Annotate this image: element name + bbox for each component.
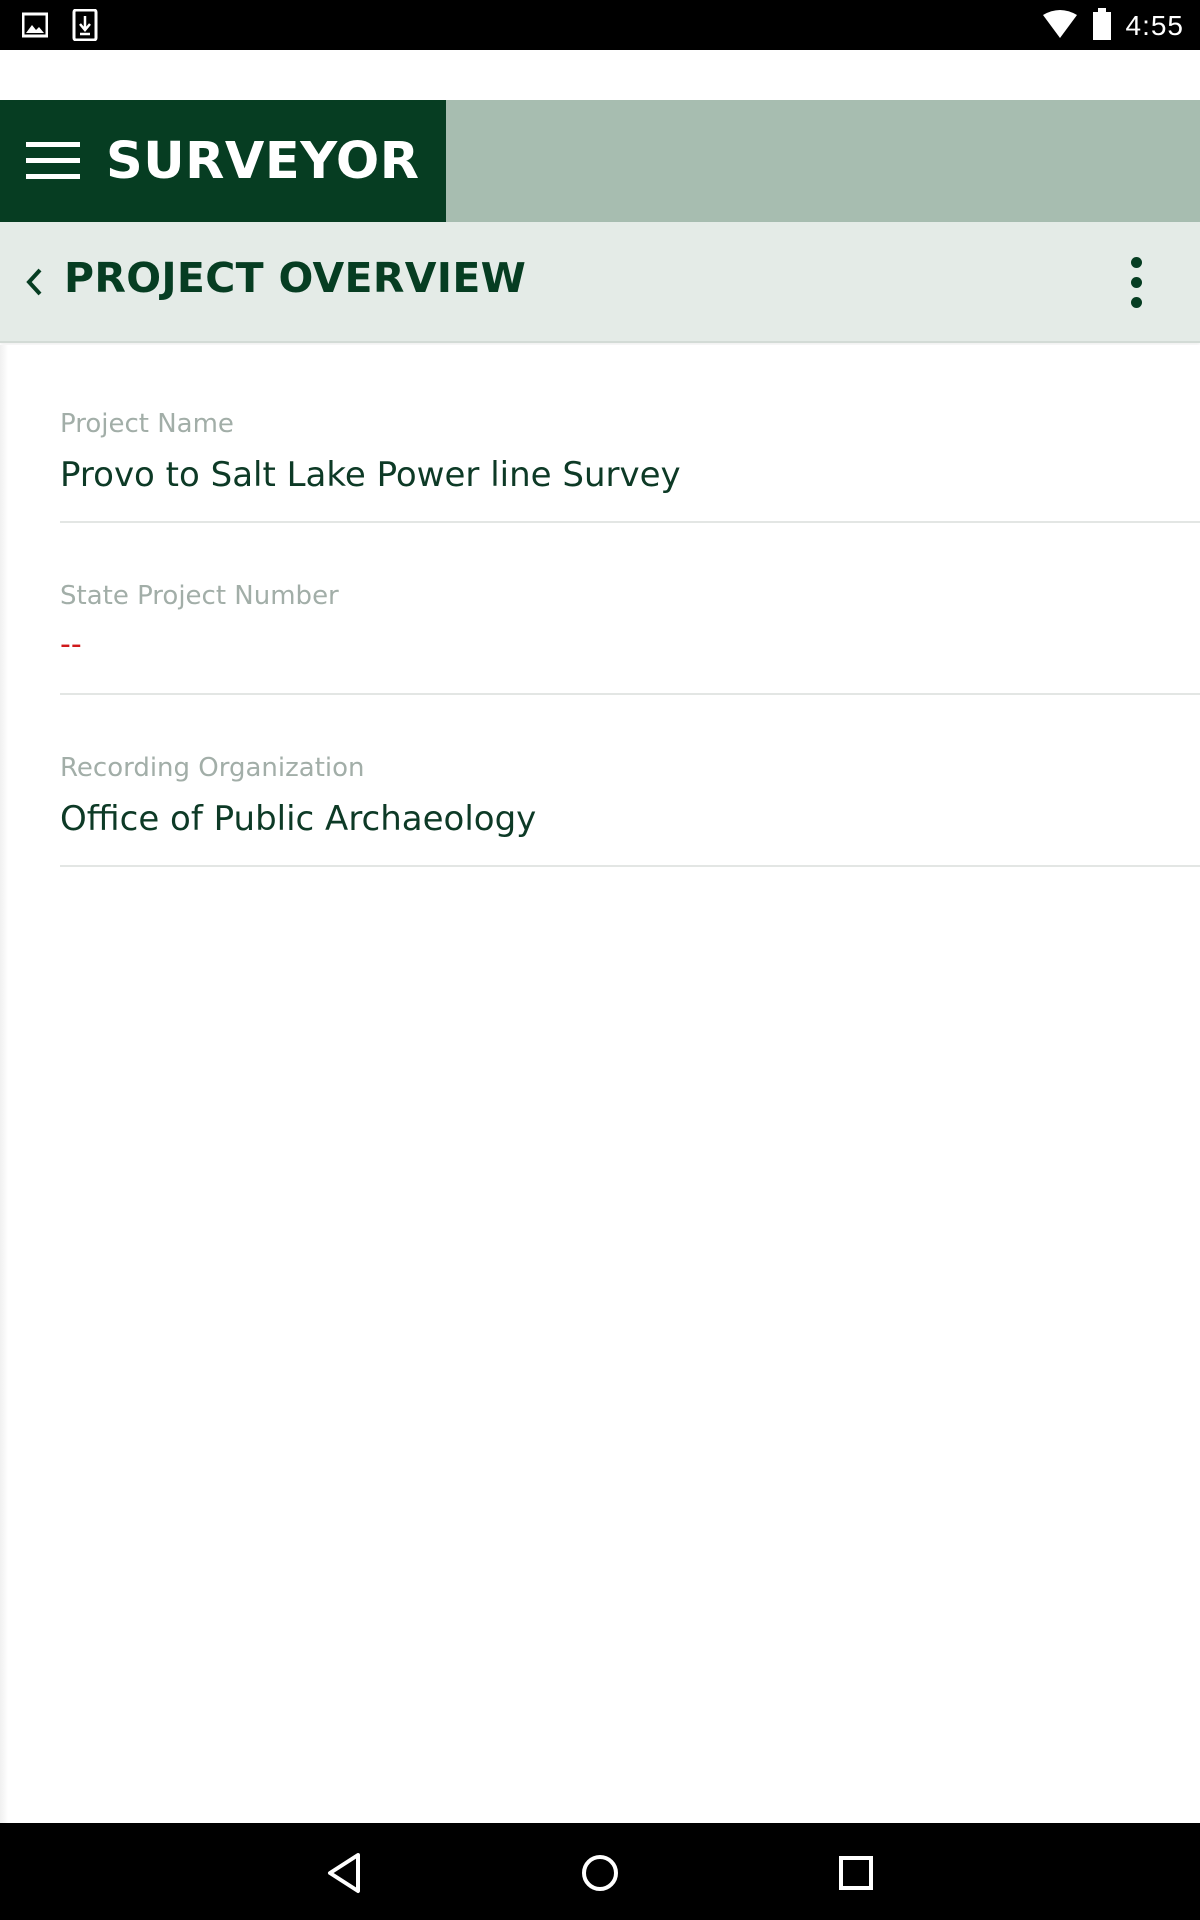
hamburger-menu-button[interactable] [0,100,106,222]
app-title: SURVEYOR [106,131,420,191]
overflow-menu-button[interactable] [1110,244,1162,320]
project-name-label: Project Name [60,409,234,439]
recording-organization-field: Recording Organization Office of Public … [60,695,1200,867]
project-name-field: Project Name Provo to Salt Lake Power li… [60,351,1200,523]
more-vert-icon [1130,256,1142,268]
battery-icon [1092,8,1112,44]
status-bar: 4:55 [0,0,1200,50]
state-project-number-value: -- [60,627,82,662]
state-project-number-field: State Project Number -- [60,523,1200,695]
more-vert-icon-dot [1130,276,1142,288]
sub-header: PROJECT OVERVIEW [0,222,1200,343]
recording-organization-label: Recording Organization [60,753,365,783]
hamburger-menu-icon [26,142,80,179]
nav-home-button[interactable] [570,1843,630,1903]
image-notification-icon [21,9,49,41]
home-circle-icon [582,1855,618,1891]
recording-organization-value: Office of Public Archaeology [60,799,537,839]
project-name-value: Provo to Salt Lake Power line Survey [60,455,681,495]
top-gap [0,50,1200,100]
recents-square-icon [839,1856,873,1890]
wifi-icon [1042,9,1078,43]
chevron-left-icon [26,268,42,296]
drawer-edge-shadow [0,345,8,1823]
page-title: PROJECT OVERVIEW [64,254,527,302]
app-brand: SURVEYOR [0,100,446,222]
status-time: 4:55 [1125,10,1184,41]
nav-recents-button[interactable] [826,1843,886,1903]
download-notification-icon [72,8,98,42]
nav-back-button[interactable] [314,1843,374,1903]
state-project-number-label: State Project Number [60,581,339,611]
back-button[interactable] [14,252,54,312]
more-vert-icon-dot [1130,296,1142,308]
system-nav-bar [0,1823,1200,1920]
back-triangle-icon [328,1853,360,1893]
app-bar: SURVEYOR [0,100,1200,222]
